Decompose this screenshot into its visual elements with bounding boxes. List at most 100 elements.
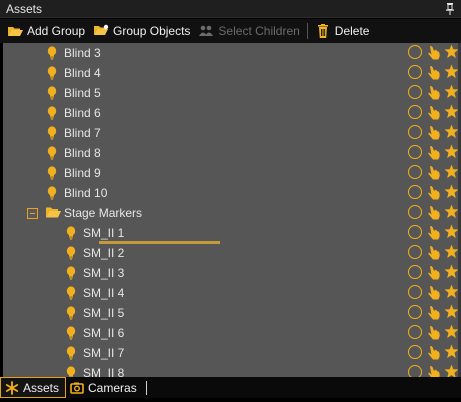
tree-row-label: Stage Markers	[64, 206, 143, 220]
hand-icon[interactable]	[427, 325, 441, 341]
star-icon[interactable]	[444, 164, 459, 179]
visibility-circle-icon[interactable]	[408, 305, 422, 319]
visibility-circle-icon[interactable]	[408, 345, 422, 359]
visibility-circle-icon[interactable]	[408, 165, 422, 179]
tree-row-label: Blind 8	[64, 146, 101, 160]
tree-row[interactable]: Blind 5	[3, 83, 461, 103]
bulb-icon	[66, 366, 76, 377]
tree-row[interactable]: Blind 4	[3, 63, 461, 83]
hand-icon[interactable]	[427, 305, 441, 321]
tree-group-row[interactable]: Stage Markers	[3, 203, 461, 223]
tree-row[interactable]: SM_II 1	[3, 223, 461, 243]
tree-row-label: SM_II 7	[83, 346, 125, 360]
visibility-circle-icon[interactable]	[408, 145, 422, 159]
tree-row[interactable]: SM_II 4	[3, 283, 461, 303]
star-icon[interactable]	[444, 184, 459, 199]
hand-icon[interactable]	[427, 245, 441, 261]
visibility-circle-icon[interactable]	[408, 185, 422, 199]
collapse-toggle[interactable]	[27, 208, 38, 219]
star-icon[interactable]	[444, 104, 459, 119]
trash-icon	[315, 24, 331, 38]
star-icon[interactable]	[444, 324, 459, 339]
bulb-icon	[66, 226, 76, 240]
bulb-icon	[47, 86, 57, 100]
visibility-circle-icon[interactable]	[408, 125, 422, 139]
hand-icon[interactable]	[427, 105, 441, 121]
pin-icon[interactable]	[445, 2, 455, 15]
tree-row[interactable]: SM_II 5	[3, 303, 461, 323]
group-objects-label: Group Objects	[113, 24, 191, 38]
people-icon	[198, 24, 214, 38]
hand-icon[interactable]	[427, 285, 441, 301]
tree-row[interactable]: SM_II 8	[3, 363, 461, 377]
star-icon[interactable]	[444, 44, 459, 59]
hand-icon[interactable]	[427, 205, 441, 221]
star-icon[interactable]	[444, 64, 459, 79]
tree-row[interactable]: SM_II 2	[3, 243, 461, 263]
hand-icon[interactable]	[427, 185, 441, 201]
bulb-icon	[66, 326, 76, 340]
tree-row[interactable]: SM_II 7	[3, 343, 461, 363]
tree-row-label: SM_II 8	[83, 366, 125, 377]
hand-icon[interactable]	[427, 165, 441, 181]
star-icon[interactable]	[444, 144, 459, 159]
tab-assets[interactable]: Assets	[0, 377, 67, 398]
star-icon[interactable]	[444, 244, 459, 259]
group-objects-button[interactable]: Group Objects	[89, 20, 194, 42]
star-icon[interactable]	[444, 204, 459, 219]
tree-row[interactable]: Blind 3	[3, 43, 461, 63]
star-icon[interactable]	[444, 304, 459, 319]
tree-row[interactable]: SM_II 6	[3, 323, 461, 343]
visibility-circle-icon[interactable]	[408, 245, 422, 259]
tab-cameras[interactable]: Cameras	[66, 377, 143, 398]
tab-separator	[145, 381, 147, 395]
visibility-circle-icon[interactable]	[408, 205, 422, 219]
hand-icon[interactable]	[427, 145, 441, 161]
panel-title: Assets	[6, 1, 43, 16]
visibility-circle-icon[interactable]	[408, 225, 422, 239]
star-icon[interactable]	[444, 344, 459, 359]
visibility-circle-icon[interactable]	[408, 45, 422, 59]
tree-row[interactable]: Blind 8	[3, 143, 461, 163]
visibility-circle-icon[interactable]	[408, 325, 422, 339]
visibility-circle-icon[interactable]	[408, 105, 422, 119]
hand-icon[interactable]	[427, 345, 441, 361]
tree-row[interactable]: SM_II 3	[3, 263, 461, 283]
star-icon[interactable]	[444, 124, 459, 139]
tree-row[interactable]: Blind 6	[3, 103, 461, 123]
delete-button[interactable]: Delete	[311, 20, 374, 42]
tree-row[interactable]: Blind 9	[3, 163, 461, 183]
visibility-circle-icon[interactable]	[408, 265, 422, 279]
bottom-tab-bar: Assets Cameras	[0, 377, 461, 398]
star-icon[interactable]	[444, 284, 459, 299]
tree-row[interactable]: Blind 7	[3, 123, 461, 143]
tree-row[interactable]: Blind 10	[3, 183, 461, 203]
add-group-button[interactable]: Add Group	[3, 20, 89, 42]
hand-icon[interactable]	[427, 365, 441, 377]
bulb-icon	[66, 266, 76, 280]
tree-row-label: Blind 7	[64, 126, 101, 140]
visibility-circle-icon[interactable]	[408, 85, 422, 99]
toolbar-separator	[306, 23, 308, 39]
hand-icon[interactable]	[427, 85, 441, 101]
tree-row-label: Blind 10	[64, 186, 108, 200]
tree-row-label: Blind 6	[64, 106, 101, 120]
visibility-circle-icon[interactable]	[408, 65, 422, 79]
hand-icon[interactable]	[427, 45, 441, 61]
hand-icon[interactable]	[427, 125, 441, 141]
bulb-icon	[47, 126, 57, 140]
visibility-circle-icon[interactable]	[408, 285, 422, 299]
hand-icon[interactable]	[427, 225, 441, 241]
visibility-circle-icon[interactable]	[408, 365, 422, 377]
tree-row-label: SM_II 1	[83, 226, 125, 240]
star-icon[interactable]	[444, 364, 459, 377]
tree-row-label: SM_II 2	[83, 246, 125, 260]
star-icon[interactable]	[444, 84, 459, 99]
star-icon[interactable]	[444, 264, 459, 279]
hand-icon[interactable]	[427, 265, 441, 281]
tab-cameras-label: Cameras	[88, 380, 137, 395]
hand-icon[interactable]	[427, 65, 441, 81]
star-icon[interactable]	[444, 224, 459, 239]
tree-row-label: SM_II 5	[83, 306, 125, 320]
select-children-button[interactable]: Select Children	[194, 20, 303, 42]
